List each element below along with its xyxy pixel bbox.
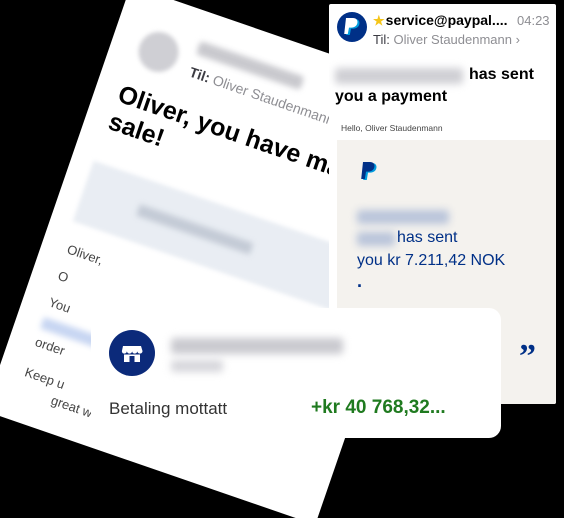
recipient-name: Oliver Staudenmann <box>393 32 512 47</box>
to-label: Til: <box>373 32 390 47</box>
paypal-logo-icon <box>361 162 377 180</box>
store-icon <box>109 330 155 376</box>
payment-text: has sent <box>397 229 458 246</box>
body-line: You <box>46 294 73 316</box>
email-subject-cont: you a payment <box>335 88 448 105</box>
greeting: Hello, Oliver Staudenmann <box>341 123 443 133</box>
payer-suffix-redacted <box>357 232 395 246</box>
payment-amount: you kr 7.211,42 NOK <box>357 252 506 269</box>
sender-avatar <box>133 26 185 78</box>
email-time: 04:23 <box>517 13 550 28</box>
body-line: order <box>33 334 67 359</box>
quote-mark: ” <box>519 338 536 375</box>
subject-sender-redacted <box>335 68 463 84</box>
payment-amount: +kr 40 768,32... <box>311 397 446 418</box>
sender-address[interactable]: ★service@paypal.... <box>373 12 508 29</box>
payer-name-redacted <box>357 210 449 224</box>
body-line: Oliver, <box>65 241 105 268</box>
to-label: Til: <box>187 63 213 86</box>
chevron-right-icon: › <box>515 32 520 47</box>
body-line: O <box>56 267 71 286</box>
payment-received-label: Betaling mottatt <box>109 399 228 418</box>
payment-dot: . <box>357 271 363 291</box>
body-line: Keep u <box>22 364 67 392</box>
subtitle-redacted <box>171 360 223 372</box>
paypal-logo-icon <box>337 12 367 42</box>
star-icon: ★ <box>373 13 385 28</box>
recipient-line[interactable]: Til: Oliver Staudenmann › <box>373 32 520 47</box>
email-subject: has sent <box>469 66 534 83</box>
bank-notification-card[interactable]: Betaling mottatt +kr 40 768,32... <box>91 308 501 438</box>
payer-name-redacted <box>171 338 343 354</box>
